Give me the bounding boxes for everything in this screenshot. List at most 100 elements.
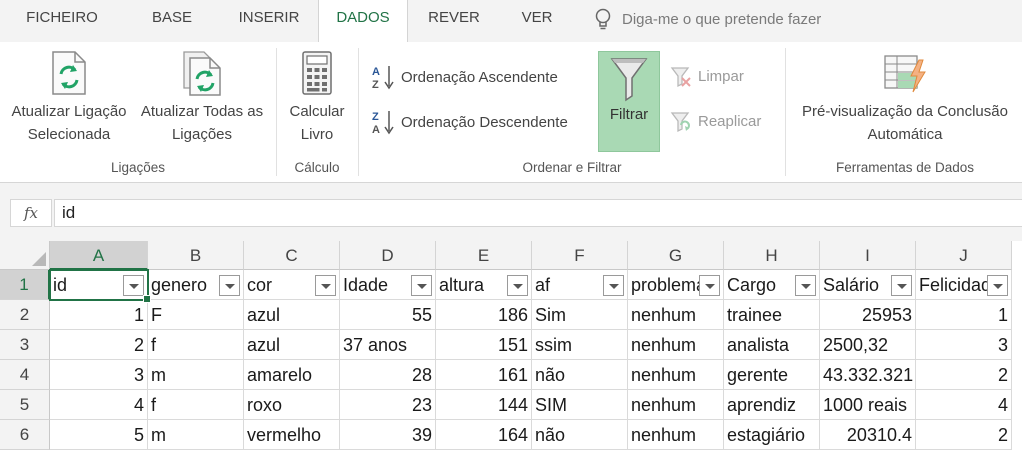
filter-dropdown-icon[interactable] [123, 275, 144, 296]
row-header-6[interactable]: 6 [0, 420, 50, 450]
cell-a5[interactable]: 4 [50, 390, 148, 420]
filter-button[interactable]: Filtrar [598, 51, 660, 152]
cell-b3[interactable]: f [148, 330, 244, 360]
header-cell-idade[interactable]: Idade [340, 270, 436, 300]
cell-j5[interactable]: 4 [916, 390, 1012, 420]
row-header-2[interactable]: 2 [0, 300, 50, 330]
sort-descending-button[interactable]: Z A Ordenação Descendente [371, 109, 568, 135]
cell-a6[interactable]: 5 [50, 420, 148, 450]
filter-dropdown-icon[interactable] [507, 275, 528, 296]
filter-dropdown-icon[interactable] [891, 275, 912, 296]
insert-function-button[interactable]: fx [10, 199, 52, 227]
refresh-all-links-button[interactable]: Atualizar Todas as Ligações [134, 50, 270, 146]
column-header-d[interactable]: D [340, 241, 436, 270]
column-header-b[interactable]: B [148, 241, 244, 270]
header-cell-altura[interactable]: altura [436, 270, 532, 300]
column-header-g[interactable]: G [628, 241, 724, 270]
cell-c4[interactable]: amarelo [244, 360, 340, 390]
row-header-1[interactable]: 1 [0, 270, 50, 300]
row-header-3[interactable]: 3 [0, 330, 50, 360]
header-cell-felicidade[interactable]: Felicidade [916, 270, 1012, 300]
clear-filter-button[interactable]: Limpar [670, 64, 744, 88]
cell-g5[interactable]: nenhum [628, 390, 724, 420]
filter-dropdown-icon[interactable] [795, 275, 816, 296]
tab-base[interactable]: BASE [124, 0, 220, 42]
calculate-workbook-button[interactable]: Calcular Livro [280, 50, 354, 146]
cell-h3[interactable]: analista [724, 330, 820, 360]
filter-dropdown-icon[interactable] [219, 275, 240, 296]
cell-c5[interactable]: roxo [244, 390, 340, 420]
flash-fill-button[interactable]: Pré-visualização da Conclusão Automática [788, 52, 1022, 146]
cell-a4[interactable]: 3 [50, 360, 148, 390]
cell-f3[interactable]: ssim [532, 330, 628, 360]
cell-d2[interactable]: 55 [340, 300, 436, 330]
sort-ascending-button[interactable]: A Z Ordenação Ascendente [371, 64, 558, 90]
header-cell-salario[interactable]: Salário [820, 270, 916, 300]
cell-c2[interactable]: azul [244, 300, 340, 330]
cell-g3[interactable]: nenhum [628, 330, 724, 360]
cell-h5[interactable]: aprendiz [724, 390, 820, 420]
filter-dropdown-icon[interactable] [603, 275, 624, 296]
column-header-h[interactable]: H [724, 241, 820, 270]
cell-b2[interactable]: F [148, 300, 244, 330]
cell-a3[interactable]: 2 [50, 330, 148, 360]
header-cell-af[interactable]: af [532, 270, 628, 300]
cell-d4[interactable]: 28 [340, 360, 436, 390]
cell-c6[interactable]: vermelho [244, 420, 340, 450]
cell-b6[interactable]: m [148, 420, 244, 450]
cell-d6[interactable]: 39 [340, 420, 436, 450]
filter-dropdown-icon[interactable] [699, 275, 720, 296]
row-header-5[interactable]: 5 [0, 390, 50, 420]
cell-d5[interactable]: 23 [340, 390, 436, 420]
cell-d3[interactable]: 37 anos [340, 330, 436, 360]
cell-i3[interactable]: 2500,32 [820, 330, 916, 360]
cell-g2[interactable]: nenhum [628, 300, 724, 330]
cell-b4[interactable]: m [148, 360, 244, 390]
cell-f5[interactable]: SIM [532, 390, 628, 420]
cell-e5[interactable]: 144 [436, 390, 532, 420]
column-header-e[interactable]: E [436, 241, 532, 270]
tab-rever[interactable]: REVER [408, 0, 500, 42]
tell-me-box[interactable]: Diga-me o que pretende fazer [594, 6, 821, 32]
cell-i5[interactable]: 1000 reais [820, 390, 916, 420]
column-header-i[interactable]: I [820, 241, 916, 270]
select-all-corner[interactable] [0, 241, 50, 270]
cell-i2[interactable]: 25953 [820, 300, 916, 330]
cell-e6[interactable]: 164 [436, 420, 532, 450]
cell-e3[interactable]: 151 [436, 330, 532, 360]
header-cell-genero[interactable]: genero [148, 270, 244, 300]
filter-dropdown-icon[interactable] [987, 275, 1008, 296]
cell-j2[interactable]: 1 [916, 300, 1012, 330]
cell-j3[interactable]: 3 [916, 330, 1012, 360]
header-cell-id[interactable]: id [50, 270, 148, 300]
cell-g4[interactable]: nenhum [628, 360, 724, 390]
cell-f4[interactable]: não [532, 360, 628, 390]
tab-ver[interactable]: VER [500, 0, 574, 42]
formula-input[interactable]: id [54, 199, 1022, 227]
reapply-filter-button[interactable]: Reaplicar [670, 109, 761, 133]
cell-e2[interactable]: 186 [436, 300, 532, 330]
header-cell-cor[interactable]: cor [244, 270, 340, 300]
tab-ficheiro[interactable]: FICHEIRO [0, 0, 124, 42]
header-cell-cargo[interactable]: Cargo [724, 270, 820, 300]
filter-dropdown-icon[interactable] [315, 275, 336, 296]
filter-dropdown-icon[interactable] [411, 275, 432, 296]
cell-c3[interactable]: azul [244, 330, 340, 360]
column-header-c[interactable]: C [244, 241, 340, 270]
cell-h6[interactable]: estagiário [724, 420, 820, 450]
tab-inserir[interactable]: INSERIR [220, 0, 318, 42]
cell-i6[interactable]: 20310.4 [820, 420, 916, 450]
column-header-j[interactable]: J [916, 241, 1012, 270]
cell-f6[interactable]: não [532, 420, 628, 450]
cell-a2[interactable]: 1 [50, 300, 148, 330]
tab-dados[interactable]: DADOS [318, 0, 408, 43]
column-header-a[interactable]: A [50, 241, 148, 270]
cell-h4[interactable]: gerente [724, 360, 820, 390]
cell-j4[interactable]: 2 [916, 360, 1012, 390]
cell-j6[interactable]: 2 [916, 420, 1012, 450]
cell-b5[interactable]: f [148, 390, 244, 420]
cell-g6[interactable]: nenhum [628, 420, 724, 450]
cell-h2[interactable]: trainee [724, 300, 820, 330]
cell-f2[interactable]: Sim [532, 300, 628, 330]
header-cell-problema[interactable]: problema [628, 270, 724, 300]
